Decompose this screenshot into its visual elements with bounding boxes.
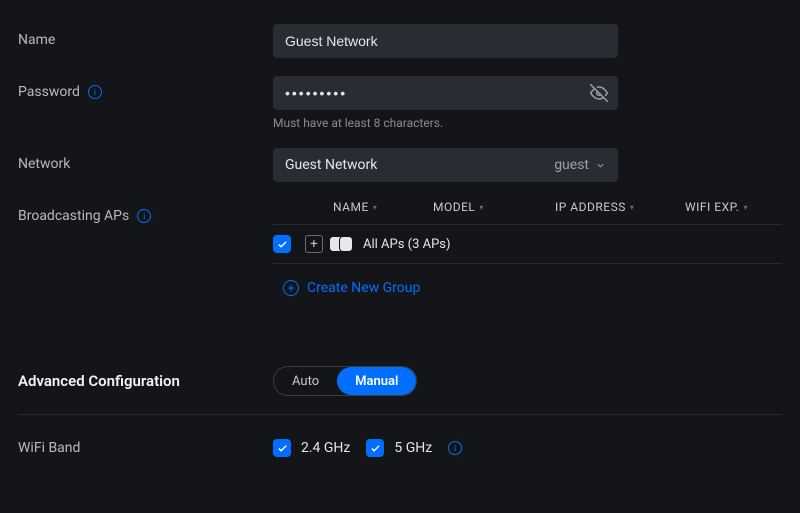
- sort-icon: ▾: [479, 203, 484, 212]
- password-label: Password: [18, 84, 80, 100]
- password-helper: Must have at least 8 characters.: [273, 116, 782, 130]
- broadcasting-label: Broadcasting APs: [18, 208, 129, 224]
- band-5-label: 5 GHz: [394, 440, 432, 456]
- ap-checkbox[interactable]: [273, 235, 291, 253]
- col-name[interactable]: NAME▾: [333, 200, 433, 214]
- chevron-down-icon: [595, 160, 606, 171]
- create-group-button[interactable]: + Create New Group: [273, 280, 782, 296]
- sort-icon: ▾: [743, 203, 748, 212]
- network-tag: guest: [554, 157, 589, 173]
- plus-circle-icon: +: [283, 280, 299, 296]
- create-group-label: Create New Group: [307, 280, 420, 296]
- network-label: Network: [18, 148, 273, 172]
- advanced-title: Advanced Configuration: [18, 372, 273, 390]
- sort-icon: ▾: [630, 203, 635, 212]
- name-label: Name: [18, 24, 273, 48]
- eye-off-icon[interactable]: [590, 84, 608, 102]
- config-mode-toggle: Auto Manual: [273, 366, 417, 396]
- ap-table-header: NAME▾ MODEL▾ IP ADDRESS▾ WIFI EXP.▾: [273, 200, 782, 224]
- ap-device-icon: [333, 236, 353, 252]
- network-value: Guest Network: [285, 157, 377, 173]
- band-5-checkbox[interactable]: [366, 439, 384, 457]
- ap-row-label: All APs (3 APs): [363, 237, 451, 252]
- info-icon[interactable]: i: [137, 209, 151, 223]
- info-icon[interactable]: i: [88, 85, 102, 99]
- network-select[interactable]: Guest Network guest: [273, 148, 618, 182]
- name-input[interactable]: [273, 24, 618, 58]
- band-24-label: 2.4 GHz: [301, 440, 350, 456]
- manual-button[interactable]: Manual: [337, 367, 416, 395]
- ap-row-all: + All APs (3 APs): [273, 224, 782, 264]
- col-wifi[interactable]: WIFI EXP.▾: [685, 200, 782, 214]
- sort-icon: ▾: [373, 203, 378, 212]
- auto-button[interactable]: Auto: [274, 367, 337, 395]
- band-24-checkbox[interactable]: [273, 439, 291, 457]
- wifi-band-label: WiFi Band: [18, 440, 273, 456]
- info-icon[interactable]: i: [448, 441, 462, 455]
- col-model[interactable]: MODEL▾: [433, 200, 555, 214]
- password-input[interactable]: [273, 76, 618, 110]
- expand-button[interactable]: +: [305, 235, 323, 253]
- col-ip[interactable]: IP ADDRESS▾: [555, 200, 685, 214]
